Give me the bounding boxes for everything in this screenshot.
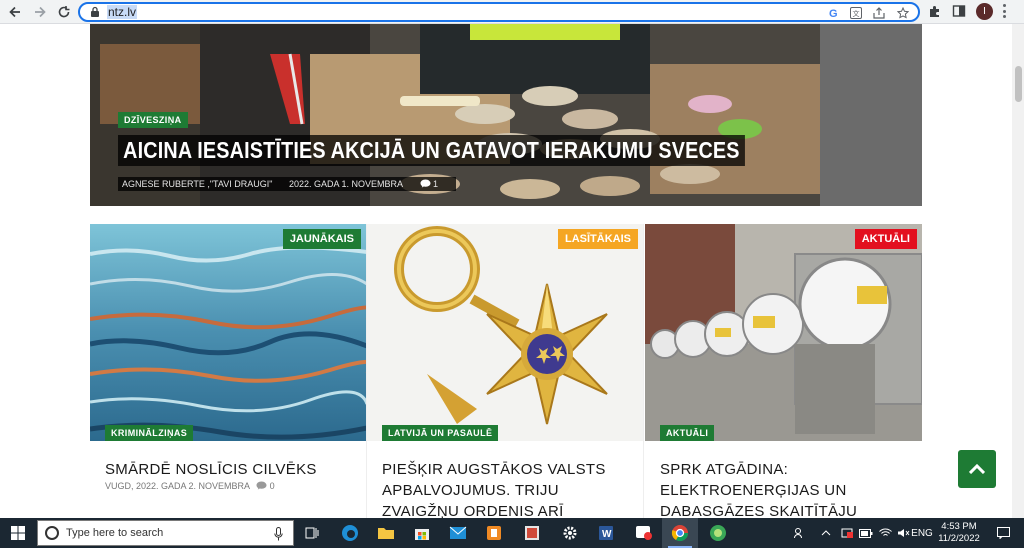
card-meta: VUGD, 2022. GADA 2. NOVEMBRA 0 (105, 481, 275, 491)
battery-icon[interactable] (857, 518, 875, 548)
article-card[interactable]: AKTUĀLI AKTUĀLI SPRK ATGĀDINA: ELEKTROEN… (645, 224, 922, 518)
mail-icon[interactable] (440, 518, 476, 548)
card-title[interactable]: PIEŠĶIR AUGSTĀKOS VALSTS APBALVOJUMUS. T… (382, 459, 632, 518)
address-bar[interactable]: ntz.lv G 文 (78, 2, 920, 22)
card-category[interactable]: AKTUĀLI (660, 425, 715, 441)
card-title[interactable]: SPRK ATGĀDINA: ELEKTROENERĢIJAS UN DABAS… (660, 459, 910, 518)
lock-icon (91, 6, 99, 17)
chat-app-icon[interactable] (626, 518, 662, 548)
back-button[interactable] (6, 3, 24, 21)
taskbar-search[interactable]: Type here to search (37, 520, 294, 546)
card-image-medal[interactable] (367, 224, 643, 441)
card-image-meters[interactable] (645, 224, 922, 441)
windows-logo-icon (11, 526, 25, 540)
card-tag[interactable]: JAUNĀKAIS (282, 229, 361, 249)
card-tag[interactable]: LASĪTĀKAIS (558, 229, 638, 249)
chevron-up-icon (969, 464, 985, 474)
hero-comment-count[interactable]: 1 (433, 179, 438, 189)
browser-toolbar: ntz.lv G 文 I (0, 0, 1024, 24)
security-alert-icon[interactable] (838, 518, 856, 548)
windows-taskbar: Type here to search W ENG 4:53 PM 11/2/2… (0, 518, 1024, 548)
extensions-puzzle-icon[interactable] (928, 4, 942, 18)
store-icon[interactable] (404, 518, 440, 548)
settings-gear-icon[interactable] (552, 518, 588, 548)
hero-date: 2022. GADA 1. NOVEMBRA (288, 179, 403, 189)
bookmark-star-icon[interactable] (897, 7, 909, 19)
card-category[interactable]: KRIMINĀLZIŅAS (105, 425, 194, 441)
wifi-icon[interactable] (876, 518, 894, 548)
hero-meta: AGNESE RUBERTE ,"TAVI DRAUGI" 2022. GADA… (118, 177, 457, 191)
card-category[interactable]: LATVIJĀ UN PASAULĒ (382, 425, 499, 441)
comment-icon (420, 179, 430, 188)
search-placeholder: Type here to search (66, 527, 164, 539)
language-indicator[interactable]: ENG (910, 518, 934, 548)
scroll-to-top-button[interactable] (958, 450, 996, 488)
office-app-icon[interactable] (476, 518, 512, 548)
card-date: VUGD, 2022. GADA 2. NOVEMBRA (105, 481, 250, 491)
page-scrollbar[interactable] (1012, 24, 1024, 518)
google-icon[interactable]: G (828, 7, 840, 19)
hero-title[interactable]: AICINA IESAISTĪTIES AKCIJĀ UN GATAVOT IE… (118, 135, 745, 166)
card-comment-count[interactable]: 0 (270, 481, 275, 491)
edge-icon[interactable] (332, 518, 368, 548)
photos-app-icon[interactable] (514, 518, 550, 548)
system-clock[interactable]: 4:53 PM 11/2/2022 (932, 521, 986, 545)
article-card[interactable]: LASĪTĀKAIS LATVIJĀ UN PASAULĒ PIEŠĶIR AU… (367, 224, 644, 518)
article-card[interactable]: JAUNĀKAIS KRIMINĀLZIŅAS SMĀRDĒ NOSLĪCIS … (90, 224, 367, 518)
chevron-up-icon[interactable] (818, 518, 834, 548)
clock-date: 11/2/2022 (938, 533, 980, 544)
card-image-water[interactable] (90, 224, 366, 441)
start-button[interactable] (0, 518, 36, 548)
notifications-icon[interactable] (992, 518, 1014, 548)
reload-icon (58, 6, 70, 18)
forward-arrow-icon (35, 6, 46, 18)
browser-menu-icon[interactable] (1002, 4, 1006, 18)
svg-text:W: W (602, 529, 612, 540)
share-icon[interactable] (873, 7, 885, 19)
url-text[interactable]: ntz.lv (107, 5, 138, 19)
hero-category-badge[interactable]: DZĪVESZIŅA (118, 112, 188, 128)
translate-icon[interactable]: 文 (850, 7, 862, 19)
back-arrow-icon (9, 6, 20, 18)
clock-time: 4:53 PM (941, 521, 977, 532)
search-icon (45, 526, 59, 540)
task-view-icon[interactable] (294, 518, 330, 548)
card-title[interactable]: SMĀRDĒ NOSLĪCIS CILVĒKS (105, 459, 355, 480)
comment-icon (256, 481, 267, 490)
microphone-icon[interactable] (274, 527, 283, 541)
chrome-icon[interactable] (662, 518, 698, 548)
hero-author[interactable]: AGNESE RUBERTE ,"TAVI DRAUGI" (122, 179, 272, 189)
forward-button[interactable] (31, 3, 49, 21)
file-explorer-icon[interactable] (368, 518, 404, 548)
reload-button[interactable] (55, 3, 73, 21)
svg-text:文: 文 (853, 9, 860, 18)
people-icon[interactable] (790, 518, 810, 548)
svg-text:G: G (829, 8, 838, 19)
web-page: DZĪVESZIŅA AICINA IESAISTĪTIES AKCIJĀ UN… (0, 24, 1024, 518)
profile-avatar[interactable]: I (976, 3, 993, 20)
word-icon[interactable]: W (588, 518, 624, 548)
green-app-icon[interactable] (700, 518, 736, 548)
side-panel-icon[interactable] (952, 4, 966, 18)
card-tag[interactable]: AKTUĀLI (854, 229, 917, 249)
